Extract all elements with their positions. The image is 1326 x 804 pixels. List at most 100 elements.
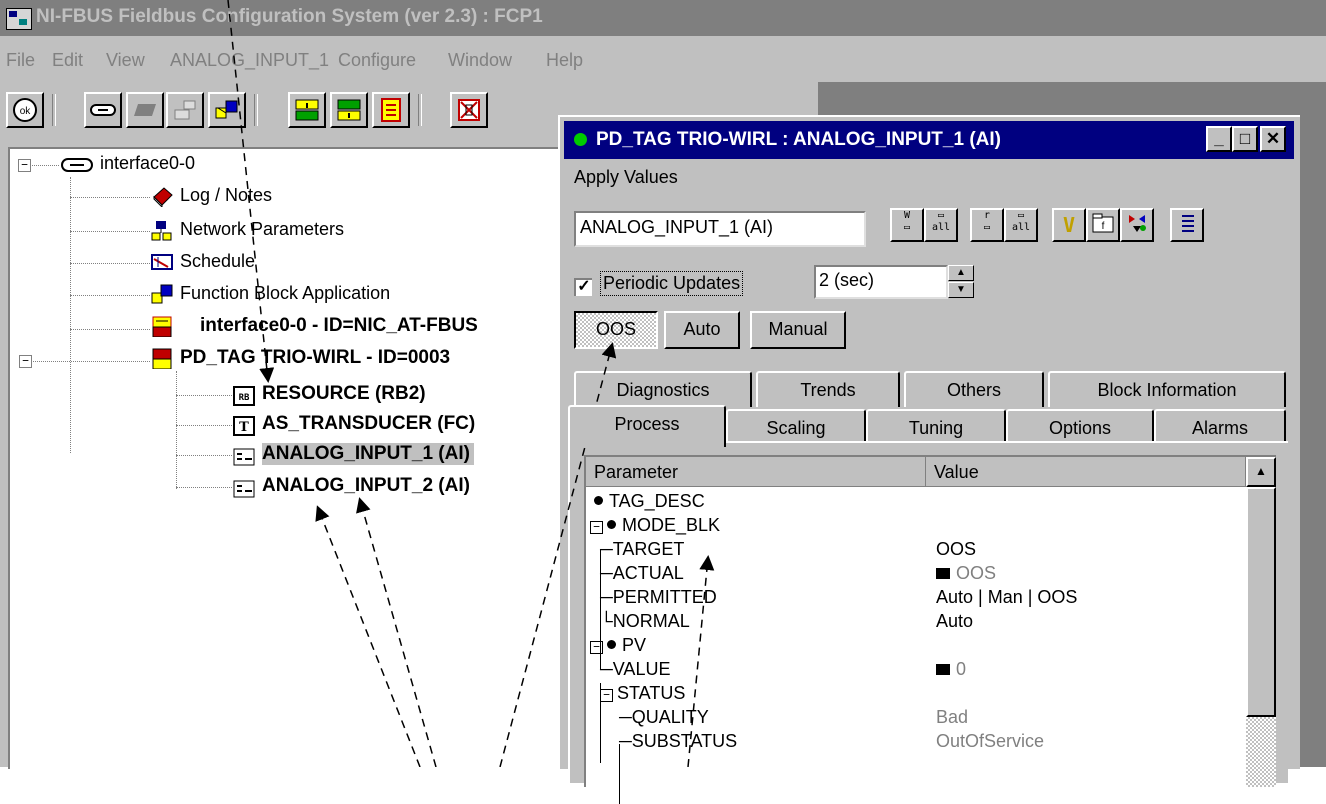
tree-block-analog-input-1-selected[interactable]: ANALOG_INPUT_1 (AI)	[262, 443, 474, 465]
minimize-button[interactable]: _	[1206, 126, 1232, 152]
menu-edit[interactable]: Edit	[52, 50, 83, 71]
ok-icon: ok	[13, 98, 37, 122]
scroll-thumb[interactable]	[1246, 487, 1276, 717]
main-window-title: NI-FBUS Fieldbus Configuration System (v…	[36, 6, 543, 27]
write-all-button[interactable]: ▭ all	[924, 208, 958, 242]
tree-root-interface[interactable]: interface0-0	[100, 153, 195, 174]
param-value-target[interactable]: OOS	[936, 539, 976, 560]
link-button[interactable]	[84, 92, 122, 128]
more-tools-button[interactable]	[1170, 208, 1204, 242]
verify-button[interactable]: V	[1052, 208, 1086, 242]
disabled-block-button[interactable]	[126, 92, 164, 128]
toolbar-separator	[52, 94, 56, 126]
parameter-grid[interactable]: Parameter Value ▲ TAG_DESC − MODE_BLK ─TA…	[584, 455, 1276, 804]
tab-block-information[interactable]: Block Information	[1048, 371, 1286, 407]
svg-text:T: T	[239, 420, 249, 435]
param-value-value: 0	[936, 659, 966, 680]
dynamic-update-button[interactable]	[1120, 208, 1154, 242]
tree-block-analog-input-2[interactable]: ANALOG_INPUT_2 (AI)	[262, 475, 470, 497]
upload-config-button[interactable]	[330, 92, 368, 128]
svg-text:f: f	[1102, 221, 1105, 232]
function-block-icon	[215, 100, 238, 119]
tree-item-network-parameters[interactable]: Network Parameters	[180, 219, 344, 240]
periodic-updates-checkbox[interactable]: ✓	[574, 278, 592, 296]
menu-configure[interactable]: Configure	[338, 50, 416, 71]
tab-diagnostics[interactable]: Diagnostics	[574, 371, 752, 407]
tree-item-function-block-application[interactable]: Function Block Application	[180, 283, 390, 304]
mode-oos-button[interactable]: OOS	[574, 311, 658, 349]
ok-button[interactable]: ok	[6, 92, 44, 128]
toolbar-separator	[418, 94, 422, 126]
column-header-value[interactable]: Value	[926, 457, 1246, 487]
tab-tuning[interactable]: Tuning	[866, 409, 1006, 445]
disabled-download-button[interactable]	[166, 92, 204, 128]
scroll-up-arrow[interactable]: ▲	[1246, 457, 1276, 487]
menu-file[interactable]: File	[6, 50, 35, 71]
mode-auto-button[interactable]: Auto	[664, 311, 740, 349]
field-device-icon	[152, 348, 172, 369]
function-folder-button[interactable]: f	[1086, 208, 1120, 242]
schedule-icon	[151, 254, 173, 270]
tree-block-transducer[interactable]: AS_TRANSDUCER (FC)	[262, 413, 475, 435]
tree-item-log-notes[interactable]: Log / Notes	[180, 185, 272, 206]
network-parameters-icon	[151, 221, 172, 241]
param-row-quality[interactable]: ─QUALITY	[619, 707, 709, 728]
param-value-permitted[interactable]: Auto | Man | OOS	[936, 587, 1077, 608]
close-button[interactable]: ✕	[1260, 126, 1286, 152]
update-interval-field[interactable]: 2 (sec)	[814, 265, 948, 299]
analog-input-block-icon	[233, 448, 255, 466]
maximize-button[interactable]: □	[1232, 126, 1258, 152]
write-value-button[interactable]: W ▭	[890, 208, 924, 242]
param-value-substatus: OutOfService	[936, 731, 1045, 751]
interval-down-button[interactable]: ▼	[948, 282, 974, 298]
param-row-actual[interactable]: ─ACTUAL	[600, 563, 684, 584]
menu-block[interactable]: ANALOG_INPUT_1	[170, 50, 329, 71]
param-row-normal[interactable]: └NORMAL	[600, 611, 690, 632]
param-value-normal[interactable]: Auto	[936, 611, 973, 632]
tab-trends[interactable]: Trends	[756, 371, 900, 407]
tree-item-interface-device[interactable]: interface0-0 - ID=NIC_AT-FBUS	[200, 315, 478, 337]
expand-root-toggle[interactable]: −	[18, 159, 31, 172]
param-row-mode-blk[interactable]: − MODE_BLK	[590, 515, 720, 536]
svg-text:RB: RB	[239, 393, 250, 403]
read-all-button[interactable]: ▭ all	[1004, 208, 1038, 242]
block-window-title: PD_TAG TRIO-WIRL : ANALOG_INPUT_1 (AI)	[596, 129, 1001, 150]
block-select-field[interactable]: ANALOG_INPUT_1 (AI)	[574, 211, 866, 247]
tree-item-field-device[interactable]: PD_TAG TRIO-WIRL - ID=0003	[180, 347, 450, 369]
link-icon	[90, 104, 116, 116]
interface-link-icon	[61, 158, 93, 172]
tab-scaling[interactable]: Scaling	[726, 409, 866, 445]
interval-up-button[interactable]: ▲	[948, 265, 974, 281]
tree-block-resource[interactable]: RESOURCE (RB2)	[262, 383, 426, 405]
download-config-button[interactable]	[288, 92, 326, 128]
periodic-updates-label: Periodic Updates	[600, 271, 744, 296]
menu-help[interactable]: Help	[546, 50, 583, 71]
fb-app-button[interactable]	[208, 92, 246, 128]
transducer-block-icon: T	[233, 416, 255, 436]
param-row-tag-desc[interactable]: TAG_DESC	[594, 491, 705, 512]
mode-manual-button[interactable]: Manual	[750, 311, 846, 349]
menu-apply-values[interactable]: Apply Values	[574, 167, 678, 188]
param-row-substatus[interactable]: ─SUBSTATUS	[619, 731, 737, 752]
expand-device-toggle[interactable]: −	[19, 355, 32, 368]
param-row-status[interactable]: − STATUS	[600, 683, 685, 704]
column-header-parameter[interactable]: Parameter	[586, 457, 926, 487]
dynamic-arrows-icon	[1129, 215, 1146, 232]
stop-icon	[458, 99, 480, 121]
download-gray-icon	[174, 100, 196, 120]
param-row-target[interactable]: ─TARGET	[600, 539, 684, 560]
menu-window[interactable]: Window	[448, 50, 512, 71]
param-row-value[interactable]: ─VALUE	[600, 659, 670, 680]
parameter-list-button[interactable]	[372, 92, 410, 128]
param-row-permitted[interactable]: ─PERMITTED	[600, 587, 717, 608]
tab-process[interactable]: Process	[568, 405, 726, 447]
read-value-button[interactable]: r ▭	[970, 208, 1004, 242]
tab-alarms[interactable]: Alarms	[1154, 409, 1286, 445]
stop-button[interactable]	[450, 92, 488, 128]
analog-input-block-icon	[233, 480, 255, 498]
tab-others[interactable]: Others	[904, 371, 1044, 407]
param-row-pv[interactable]: − PV	[590, 635, 646, 656]
menu-view[interactable]: View	[106, 50, 145, 71]
tree-item-schedule[interactable]: Schedule	[180, 251, 255, 272]
tab-options[interactable]: Options	[1006, 409, 1154, 445]
